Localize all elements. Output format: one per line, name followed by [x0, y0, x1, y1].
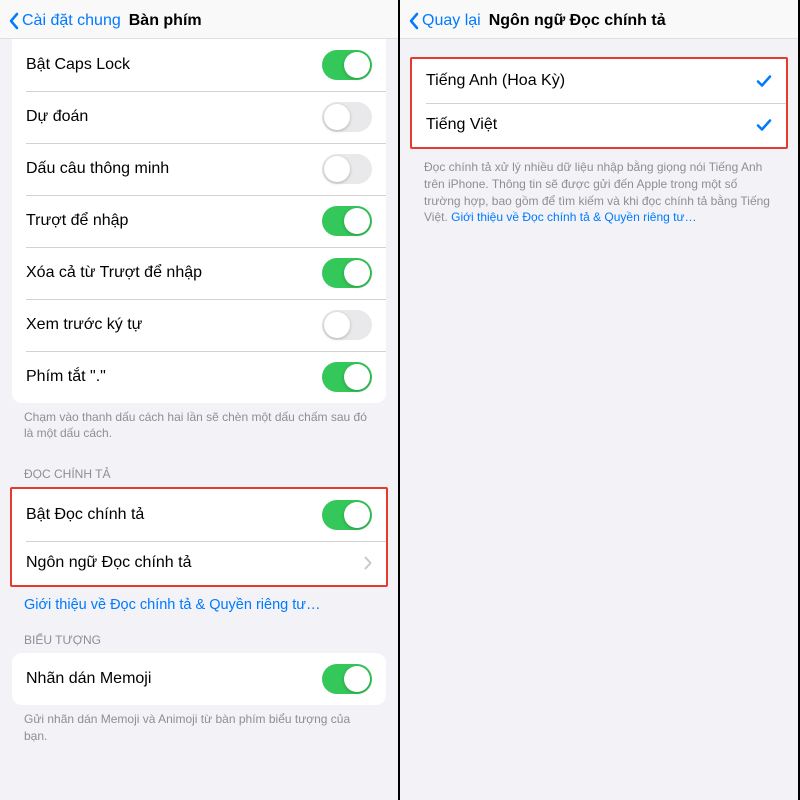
row-char-preview[interactable]: Xem trước ký tự: [12, 299, 386, 351]
label: Ngôn ngữ Đọc chính tả: [26, 554, 364, 572]
toggle-delete-slide[interactable]: [322, 258, 372, 288]
row-smart-punctuation[interactable]: Dấu câu thông minh: [12, 143, 386, 195]
navbar: Cài đặt chung Bàn phím: [0, 0, 398, 39]
footer-privacy-link[interactable]: Giới thiệu về Đọc chính tả & Quyền riêng…: [451, 210, 696, 224]
label: Xóa cả từ Trượt để nhập: [26, 264, 322, 282]
row-delete-slide[interactable]: Xóa cả từ Trượt để nhập: [12, 247, 386, 299]
checkmark-icon: [756, 74, 772, 88]
back-label: Cài đặt chung: [22, 12, 121, 30]
toggle-period-shortcut[interactable]: [322, 362, 372, 392]
toggle-capslock[interactable]: [322, 50, 372, 80]
row-period-shortcut[interactable]: Phím tắt ".": [12, 351, 386, 403]
page-title: Ngôn ngữ Đọc chính tả: [489, 12, 666, 30]
emoji-list: Nhãn dán Memoji: [12, 653, 386, 705]
row-lang-vi[interactable]: Tiếng Việt: [412, 103, 786, 147]
chevron-left-icon: [408, 12, 419, 30]
label: Xem trước ký tự: [26, 316, 322, 334]
highlight-languages: Tiếng Anh (Hoa Kỳ) Tiếng Việt: [410, 57, 788, 149]
label: Tiếng Việt: [426, 116, 756, 134]
dictation-privacy-link[interactable]: Giới thiệu về Đọc chính tả & Quyền riêng…: [0, 587, 398, 617]
toggle-slide-to-type[interactable]: [322, 206, 372, 236]
row-capslock[interactable]: Bật Caps Lock: [12, 39, 386, 91]
label: Nhãn dán Memoji: [26, 670, 322, 688]
chevron-left-icon: [8, 12, 19, 30]
checkmark-icon: [756, 118, 772, 132]
section-header-dictation: ĐỌC CHÍNH TẢ: [0, 451, 398, 487]
footer-language-info: Đọc chính tả xử lý nhiều dữ liệu nhập bằ…: [400, 149, 798, 236]
toggle-memoji[interactable]: [322, 664, 372, 694]
label: Dấu câu thông minh: [26, 160, 322, 178]
toggle-enable-dictation[interactable]: [322, 500, 372, 530]
toggle-char-preview[interactable]: [322, 310, 372, 340]
section-header-emoji: BIỂU TƯỢNG: [0, 617, 398, 653]
label: Tiếng Anh (Hoa Kỳ): [426, 72, 756, 90]
row-enable-dictation[interactable]: Bật Đọc chính tả: [12, 489, 386, 541]
page-title: Bàn phím: [129, 12, 202, 30]
footer-memoji: Gửi nhãn dán Memoji và Animoji từ bàn ph…: [0, 705, 398, 753]
dictation-languages-screen: Quay lại Ngôn ngữ Đọc chính tả Tiếng Anh…: [400, 0, 800, 800]
keyboard-settings-screen: Cài đặt chung Bàn phím Bật Caps Lock Dự …: [0, 0, 400, 800]
back-label: Quay lại: [422, 12, 481, 30]
languages-list: Tiếng Anh (Hoa Kỳ) Tiếng Việt: [412, 59, 786, 147]
content: Tiếng Anh (Hoa Kỳ) Tiếng Việt Đọc chính …: [400, 39, 798, 800]
back-button[interactable]: Cài đặt chung: [8, 12, 121, 30]
navbar: Quay lại Ngôn ngữ Đọc chính tả: [400, 0, 798, 39]
label: Phím tắt ".": [26, 368, 322, 386]
chevron-right-icon: [364, 556, 372, 570]
row-lang-en-us[interactable]: Tiếng Anh (Hoa Kỳ): [412, 59, 786, 103]
highlight-dictation: Bật Đọc chính tả Ngôn ngữ Đọc chính tả: [10, 487, 388, 587]
footer-period-shortcut: Chạm vào thanh dấu cách hai lần sẽ chèn …: [0, 403, 398, 451]
toggle-prediction[interactable]: [322, 102, 372, 132]
dictation-list: Bật Đọc chính tả Ngôn ngữ Đọc chính tả: [12, 489, 386, 585]
keyboard-options-list: Bật Caps Lock Dự đoán Dấu câu thông minh…: [12, 39, 386, 403]
row-dictation-languages[interactable]: Ngôn ngữ Đọc chính tả: [12, 541, 386, 585]
content: Bật Caps Lock Dự đoán Dấu câu thông minh…: [0, 39, 398, 800]
label: Bật Caps Lock: [26, 56, 322, 74]
row-prediction[interactable]: Dự đoán: [12, 91, 386, 143]
row-memoji[interactable]: Nhãn dán Memoji: [12, 653, 386, 705]
row-slide-to-type[interactable]: Trượt để nhập: [12, 195, 386, 247]
toggle-smart-punctuation[interactable]: [322, 154, 372, 184]
label: Dự đoán: [26, 108, 322, 126]
back-button[interactable]: Quay lại: [408, 12, 481, 30]
label: Bật Đọc chính tả: [26, 506, 322, 524]
label: Trượt để nhập: [26, 212, 322, 230]
